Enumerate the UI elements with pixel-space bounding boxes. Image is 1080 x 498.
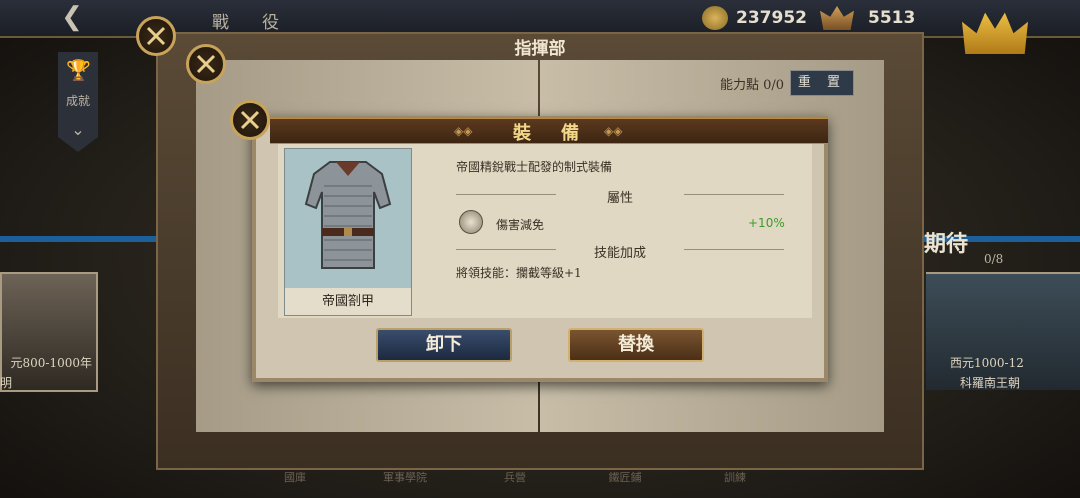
divider [684,249,784,250]
achievement-label: 成就 [65,94,90,108]
era-card-left-caption: 元800-1000年 [10,356,93,370]
dialog-title: 裝 備 [513,123,585,144]
armor-icon [304,161,392,269]
skill-bonus-text: 將領技能：攔截等級+1 [456,266,582,280]
era-card-right-caption: 西元1000-12 [950,356,1024,370]
era-heading: 期待 [924,231,969,257]
trophy-icon: 🏆 [66,58,91,82]
close-icon[interactable] [136,16,176,56]
replace-button[interactable]: 替換 [568,328,704,362]
close-icon[interactable] [186,44,226,84]
reset-button[interactable]: 重 置 [790,70,854,96]
item-description: 帝國精銳戰士配發的制式裝備 [456,160,613,174]
era-card-right[interactable] [926,272,1080,390]
shield-icon [459,210,483,234]
footer-tab[interactable]: 國庫 [240,469,350,485]
unequip-button[interactable]: 卸下 [376,328,512,362]
gem-count: 5513 [868,8,916,28]
book-footer-tabs: 國庫 軍事學院 兵營 鐵匠鋪 訓練 [240,466,860,486]
item-name: 帝國劄甲 [285,288,411,315]
divider [456,249,556,250]
footer-tab[interactable]: 兵營 [460,469,570,485]
book-title: 指揮部 [514,39,566,59]
era-count: 0/8 [984,252,1004,266]
ability-points: 能力點 0/0 [720,78,785,93]
attribute-value: +10% [748,216,785,230]
era-card-right-label: 科羅南王朝 [960,376,1021,390]
skill-bonus-heading: 技能加成 [593,246,646,261]
top-title: 戰 役 [212,13,287,33]
attributes-heading: 屬性 [606,191,633,206]
coin-count: 237952 [736,8,807,28]
back-arrow-icon[interactable]: ❮ [52,4,92,30]
divider [456,194,556,195]
coin-icon [702,6,728,30]
footer-tab[interactable]: 訓練 [680,469,790,485]
footer-tab[interactable]: 鐵匠鋪 [570,469,680,485]
close-icon[interactable] [230,100,270,140]
attribute-name: 傷害減免 [496,218,545,232]
era-card-left-sub: 明 [0,376,13,390]
chevron-down-icon: ⌄ [71,120,85,139]
footer-tab[interactable]: 軍事學院 [350,469,460,485]
divider [684,194,784,195]
